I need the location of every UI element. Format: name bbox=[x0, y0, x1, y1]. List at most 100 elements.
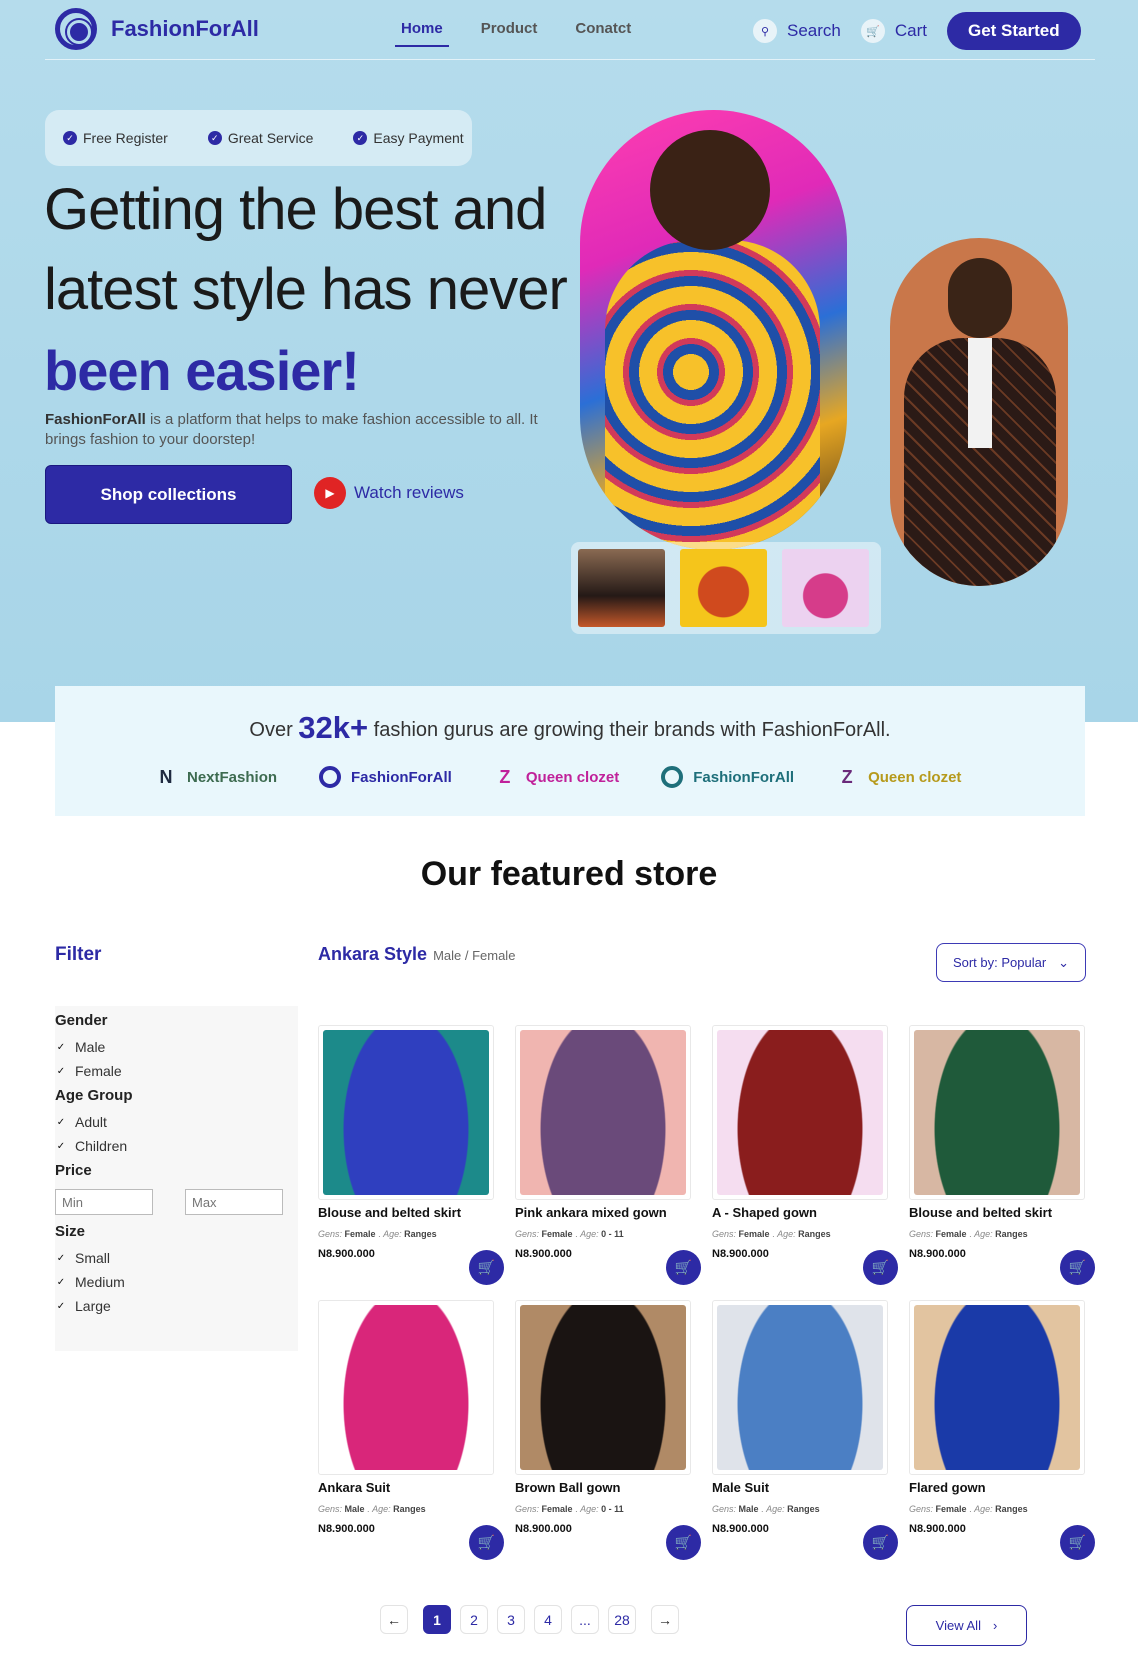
search-label: Search bbox=[787, 21, 841, 40]
gens-value: Female bbox=[541, 1229, 573, 1239]
filter-option-female[interactable]: ✓ Female bbox=[55, 1063, 298, 1079]
product-card[interactable]: A - Shaped gown Gens: Female . Age: Range… bbox=[712, 1025, 898, 1285]
gens-label: Gens: bbox=[909, 1504, 934, 1514]
product-image[interactable] bbox=[323, 1305, 489, 1470]
product-image-frame bbox=[909, 1025, 1085, 1200]
product-image[interactable] bbox=[520, 1030, 686, 1195]
gens-value: Male bbox=[738, 1504, 759, 1514]
filter-option-large[interactable]: ✓ Large bbox=[55, 1298, 298, 1314]
product-card[interactable]: Blouse and belted skirt Gens: Female . Ag… bbox=[318, 1025, 504, 1285]
product-meta: Gens: Female . Age: 0 - 11 bbox=[515, 1229, 624, 1239]
age-value: Ranges bbox=[404, 1229, 437, 1239]
hero-thumbnails bbox=[571, 542, 881, 634]
cart-icon: 🛒 bbox=[477, 1534, 496, 1550]
view-all-button[interactable]: View All › bbox=[906, 1605, 1027, 1646]
option-label: Small bbox=[75, 1250, 111, 1266]
check-icon: ✓ bbox=[207, 131, 222, 145]
headline-line-1: Getting the best and bbox=[44, 177, 547, 242]
gens-label: Gens: bbox=[712, 1504, 737, 1514]
filter-option-male[interactable]: ✓ Male bbox=[55, 1039, 298, 1055]
check-icon: ✓ bbox=[63, 131, 77, 145]
product-card[interactable]: Ankara Suit Gens: Male . Age: Ranges N8.90… bbox=[318, 1300, 504, 1560]
add-to-cart-button[interactable]: 🛒 bbox=[666, 1250, 701, 1285]
cart-button[interactable]: 🛒 Cart bbox=[860, 19, 927, 43]
prev-page-button[interactable]: ← bbox=[380, 1605, 408, 1634]
queen-clozet-icon: Z bbox=[841, 766, 853, 787]
product-image[interactable] bbox=[717, 1030, 883, 1195]
shop-collections-button[interactable]: Shop collections bbox=[45, 465, 292, 524]
product-grid: Blouse and belted skirt Gens: Female . Ag… bbox=[318, 1025, 1095, 1560]
filter-gender-title: Gender bbox=[55, 1012, 108, 1029]
product-image-frame bbox=[515, 1025, 691, 1200]
product-card[interactable]: Blouse and belted skirt Gens: Female . Ag… bbox=[909, 1025, 1095, 1285]
get-started-button[interactable]: Get Started bbox=[947, 12, 1081, 50]
brand-logo[interactable]: FashionForAll bbox=[55, 8, 259, 50]
queen-clozet-icon: Z bbox=[499, 766, 511, 787]
headline-emphasis: been easier! bbox=[44, 339, 360, 402]
nav-link-contact[interactable]: Conatct bbox=[569, 20, 637, 47]
badge-label: Great Service bbox=[227, 130, 314, 146]
hero-headline: Getting the best and latest style has ne… bbox=[44, 170, 568, 330]
nav-link-product[interactable]: Product bbox=[475, 20, 544, 47]
add-to-cart-button[interactable]: 🛒 bbox=[863, 1250, 898, 1285]
brand-label: NextFashion bbox=[187, 768, 278, 786]
product-card[interactable]: Pink ankara mixed gown Gens: Female . Age… bbox=[515, 1025, 701, 1285]
nav-tools: ⚲ Search 🛒 Cart Get Started bbox=[753, 12, 1081, 50]
badge-great-service: ✓ Great Service bbox=[207, 130, 314, 146]
next-page-button[interactable]: → bbox=[651, 1605, 679, 1634]
filter-option-medium[interactable]: ✓ Medium bbox=[55, 1274, 298, 1290]
brand-label: FashionForAll bbox=[351, 768, 452, 786]
page-button[interactable]: 28 bbox=[608, 1605, 636, 1634]
filter-option-children[interactable]: ✓ Children bbox=[55, 1138, 298, 1154]
add-to-cart-button[interactable]: 🛒 bbox=[863, 1525, 898, 1560]
price-max-input[interactable] bbox=[185, 1189, 283, 1215]
product-image[interactable] bbox=[914, 1305, 1080, 1470]
option-label: Medium bbox=[75, 1274, 125, 1290]
gurus-suffix: fashion gurus are growing their brands w… bbox=[368, 719, 891, 741]
page-button[interactable]: 1 bbox=[423, 1605, 451, 1634]
add-to-cart-button[interactable]: 🛒 bbox=[666, 1525, 701, 1560]
hero-man-image bbox=[890, 238, 1068, 586]
price-range bbox=[55, 1189, 298, 1215]
hero-woman-image bbox=[580, 110, 847, 550]
product-card[interactable]: Male Suit Gens: Male . Age: Ranges N8.900.… bbox=[712, 1300, 898, 1560]
brand-queen-clozet: Z Queen clozet bbox=[494, 766, 619, 788]
page-button[interactable]: 2 bbox=[460, 1605, 488, 1634]
cart-icon: 🛒 bbox=[871, 1259, 890, 1275]
filter-option-small[interactable]: ✓ Small bbox=[55, 1250, 298, 1266]
age-label: Age: bbox=[777, 1229, 796, 1239]
product-image[interactable] bbox=[717, 1305, 883, 1470]
product-card[interactable]: Brown Ball gown Gens: Female . Age: 0 - 1… bbox=[515, 1300, 701, 1560]
thumbnail-boy-outfit[interactable] bbox=[680, 549, 767, 627]
add-to-cart-button[interactable]: 🛒 bbox=[469, 1250, 504, 1285]
watch-reviews-link[interactable]: ▶ Watch reviews bbox=[314, 477, 464, 509]
product-image[interactable] bbox=[323, 1030, 489, 1195]
page-button[interactable]: 4 bbox=[534, 1605, 562, 1634]
filter-option-adult[interactable]: ✓ Adult bbox=[55, 1114, 298, 1130]
dress-shape bbox=[605, 240, 820, 550]
sort-dropdown[interactable]: Sort by: Popular ⌄ bbox=[936, 943, 1086, 982]
product-image[interactable] bbox=[520, 1305, 686, 1470]
thumbnail-girl-dress[interactable] bbox=[782, 549, 869, 627]
nav-link-home[interactable]: Home bbox=[395, 20, 449, 47]
add-to-cart-button[interactable]: 🛒 bbox=[1060, 1250, 1095, 1285]
hero-section: FashionForAll Home Product Conatct ⚲ Sea… bbox=[0, 0, 1138, 722]
age-value: 0 - 11 bbox=[601, 1504, 624, 1514]
hero-lead: FashionForAll is a platform that helps t… bbox=[45, 410, 545, 450]
nextfashion-icon: N bbox=[159, 766, 173, 787]
age-label: Age: bbox=[974, 1229, 993, 1239]
search-button[interactable]: ⚲ Search bbox=[753, 19, 841, 43]
product-meta: Gens: Female . Age: 0 - 11 bbox=[515, 1504, 624, 1514]
head-shape bbox=[948, 258, 1012, 338]
add-to-cart-button[interactable]: 🛒 bbox=[1060, 1525, 1095, 1560]
age-value: Ranges bbox=[798, 1229, 831, 1239]
price-min-input[interactable] bbox=[55, 1189, 153, 1215]
brand-fashionforall-teal: FashionForAll bbox=[661, 766, 794, 788]
thumbnail-ball-gown[interactable] bbox=[578, 549, 665, 627]
add-to-cart-button[interactable]: 🛒 bbox=[469, 1525, 504, 1560]
shirt-shape bbox=[968, 338, 992, 448]
page-button[interactable]: 3 bbox=[497, 1605, 525, 1634]
product-card[interactable]: Flared gown Gens: Female . Age: Ranges N8.… bbox=[909, 1300, 1095, 1560]
product-image-frame bbox=[515, 1300, 691, 1475]
product-image[interactable] bbox=[914, 1030, 1080, 1195]
